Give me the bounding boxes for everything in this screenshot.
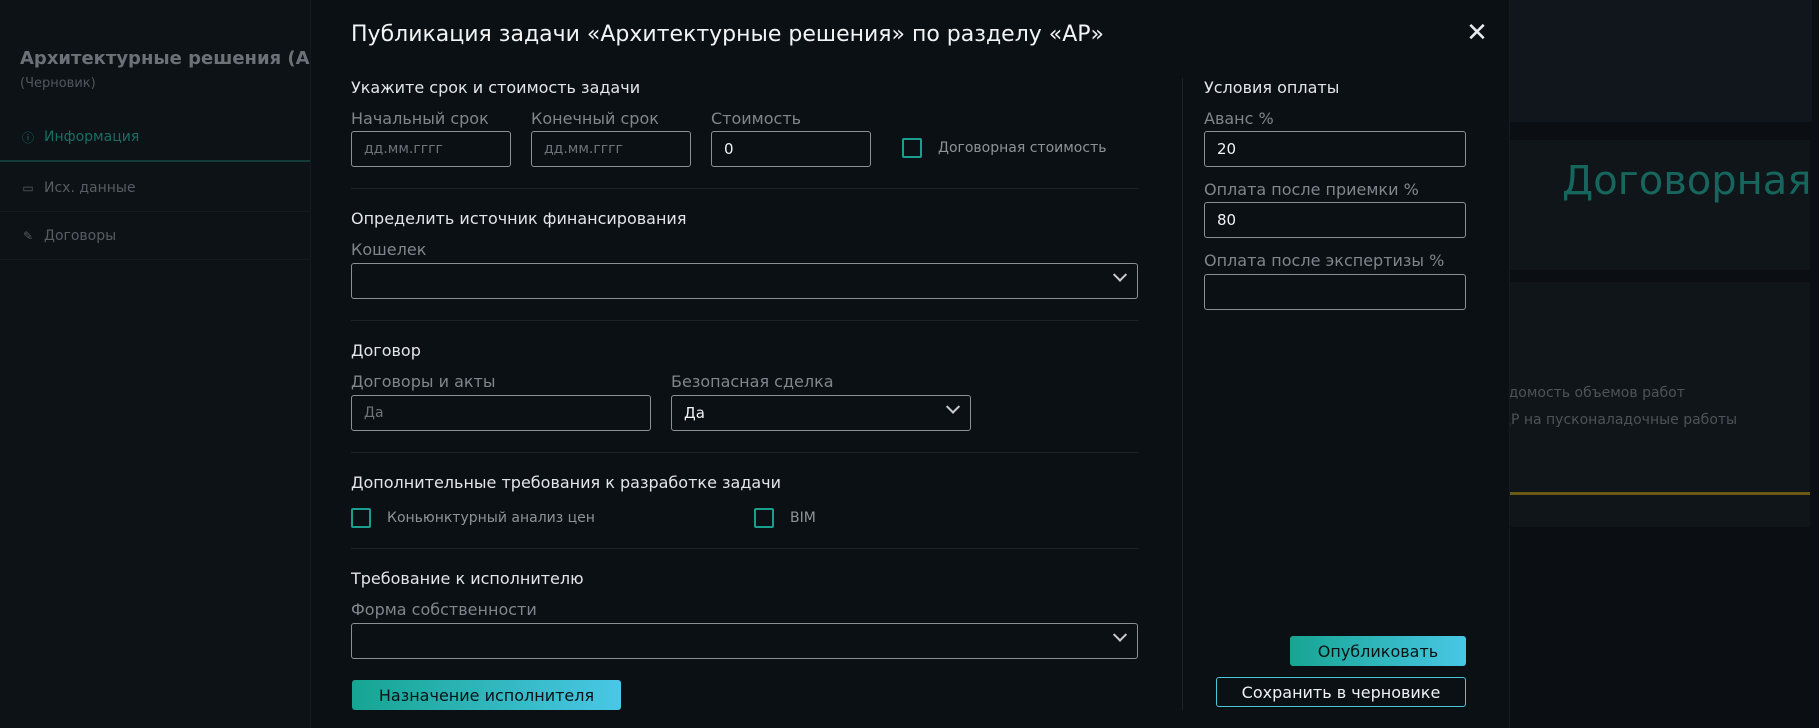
background-nav-info[interactable]: ⓘ Информация (0, 114, 312, 162)
background-price-text: Договорная (1562, 158, 1812, 204)
extra-requirements-title: Дополнительные требования к разработке з… (351, 473, 782, 492)
chevron-down-icon (1112, 627, 1128, 642)
end-date-input[interactable]: дд.мм.гггг (531, 131, 691, 167)
start-date-placeholder: дд.мм.гггг (364, 141, 443, 157)
divider (351, 452, 1138, 453)
background-nav-contracts-label: Договоры (44, 227, 117, 244)
after-acceptance-label: Оплата после приемки % (1204, 180, 1419, 199)
divider (351, 320, 1138, 321)
price-analysis-checkbox[interactable] (351, 508, 371, 528)
cost-label: Стоимость (711, 109, 802, 128)
safe-deal-label: Безопасная сделка (671, 372, 834, 391)
publish-button[interactable]: Опубликовать (1290, 636, 1466, 666)
start-date-label: Начальный срок (351, 109, 489, 128)
bim-checkbox[interactable] (754, 508, 774, 528)
start-date-input[interactable]: дд.мм.гггг (351, 131, 511, 167)
cost-value: 0 (724, 140, 734, 158)
chevron-down-icon (945, 399, 961, 414)
background-nav-source-data[interactable]: ▭ Исх. данные (0, 164, 312, 212)
cost-input[interactable]: 0 (711, 131, 871, 167)
close-icon[interactable]: ✕ (1465, 20, 1489, 46)
chevron-down-icon (1112, 267, 1128, 282)
wallet-label: Кошелек (351, 240, 427, 259)
after-acceptance-value: 80 (1217, 211, 1237, 229)
contracts-acts-placeholder: Да (364, 405, 384, 421)
executor-section-title: Требование к исполнителю (351, 569, 584, 588)
funding-section-title: Определить источник финансирования (351, 209, 687, 228)
ownership-label: Форма собственности (351, 600, 537, 619)
after-acceptance-input[interactable]: 80 (1204, 202, 1466, 238)
background-project-title: Архитектурные решения (АР) (20, 48, 332, 69)
background-sidebar: Архитектурные решения (АР) (Черновик) ⓘ … (0, 0, 331, 728)
save-draft-button[interactable]: Сохранить в черновике (1216, 677, 1466, 707)
contracts-acts-label: Договоры и акты (351, 372, 496, 391)
price-analysis-label: Коньюнктурный анализ цен (387, 510, 595, 526)
safe-deal-value: Да (684, 404, 705, 422)
background-list-item: едомость объемов работ (1500, 385, 1685, 401)
vertical-divider (1182, 78, 1183, 710)
background-list-item: ДР на пусконаладочные работы (1500, 412, 1738, 428)
background-nav-info-label: Информация (44, 129, 140, 145)
end-date-placeholder: дд.мм.гггг (544, 141, 623, 157)
contract-section-title: Договор (351, 341, 421, 360)
advance-input[interactable]: 20 (1204, 131, 1466, 167)
background-header-panel (1500, 0, 1812, 122)
after-expertise-input[interactable] (1204, 274, 1466, 310)
background-nav-contracts[interactable]: ✎ Договоры (0, 212, 312, 260)
negotiable-cost-checkbox[interactable] (902, 138, 922, 158)
safe-deal-select[interactable]: Да (671, 395, 971, 431)
negotiable-cost-label: Договорная стоимость (938, 140, 1107, 156)
contracts-acts-input[interactable]: Да (351, 395, 651, 431)
background-docs-panel (1510, 282, 1810, 527)
advance-value: 20 (1217, 140, 1237, 158)
end-date-label: Конечный срок (531, 109, 659, 128)
background-project-status: (Черновик) (20, 76, 96, 91)
after-expertise-label: Оплата после экспертизы % (1204, 251, 1445, 270)
folder-icon: ▭ (22, 180, 34, 195)
bim-label: BIM (790, 510, 816, 526)
handshake-icon: ✎ (22, 228, 34, 243)
info-icon: ⓘ (21, 130, 34, 145)
wallet-select[interactable] (351, 263, 1138, 299)
divider (351, 188, 1138, 189)
advance-label: Аванс % (1204, 109, 1274, 128)
assign-executor-button[interactable]: Назначение исполнителя (352, 680, 621, 710)
background-nav-source-data-label: Исх. данные (44, 179, 136, 196)
background-progress-line (1510, 492, 1810, 495)
publish-task-modal: Публикация задачи «Архитектурные решения… (310, 0, 1510, 728)
payment-terms-title: Условия оплаты (1204, 78, 1340, 97)
divider (351, 548, 1138, 549)
ownership-select[interactable] (351, 623, 1138, 659)
modal-title: Публикация задачи «Архитектурные решения… (351, 22, 1105, 47)
deadline-section-title: Укажите срок и стоимость задачи (351, 78, 641, 97)
